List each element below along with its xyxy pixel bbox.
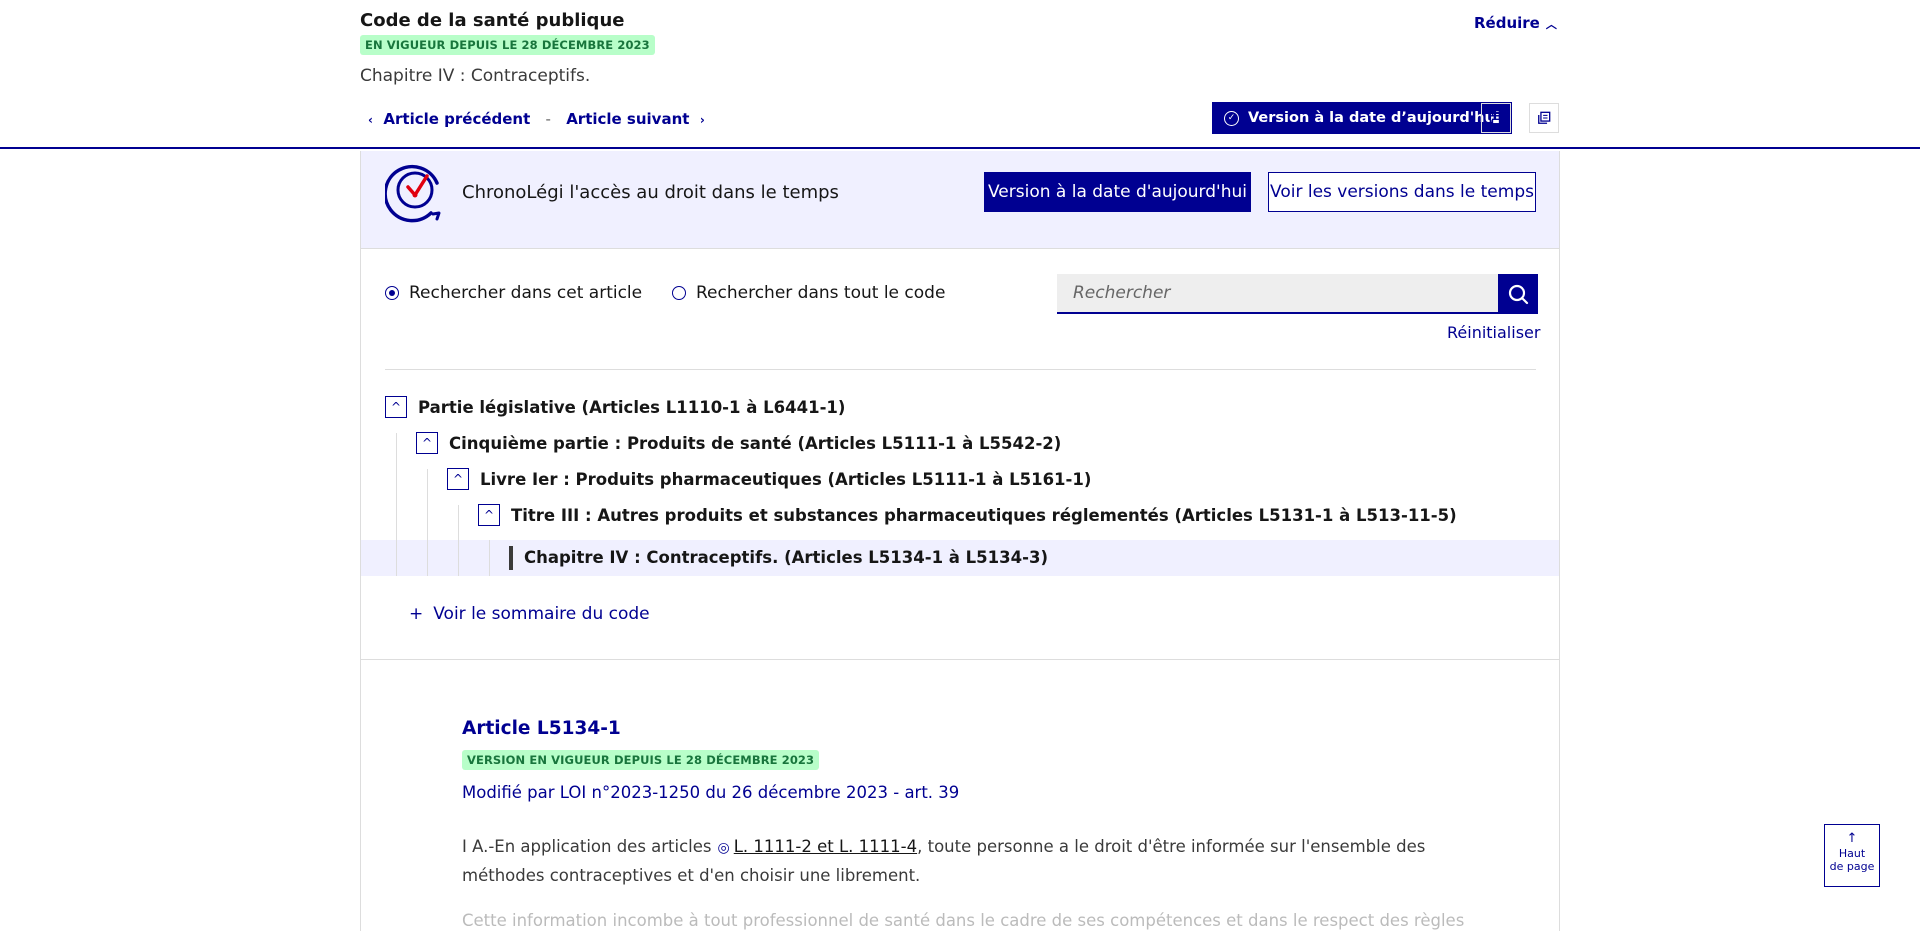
previous-article-label: Article précédent: [383, 110, 531, 128]
current-chapter-label: Chapitre IV : Contraceptifs. (Articles L…: [524, 548, 1048, 567]
view-summary-link[interactable]: + Voir le sommaire du code: [409, 604, 650, 624]
article-navigation: ‹ Article précédent - Article suivant ›: [368, 110, 705, 128]
article-text-before: I A.-En application des articles: [462, 837, 712, 856]
article-body-paragraph: I A.-En application des articles ◎ L. 1111…: [462, 833, 1472, 890]
article-reference-link[interactable]: L. 1111-2 et L. 1111-4: [734, 837, 917, 856]
tree-item-label: Cinquième partie : Produits de santé (Ar…: [449, 433, 1062, 453]
next-article-label: Article suivant: [566, 110, 690, 128]
reset-link[interactable]: Réinitialiser: [1447, 323, 1540, 342]
search-icon: [1508, 284, 1529, 305]
article-modified-by-link[interactable]: Modifié par LOI n°2023-1250 du 26 décemb…: [462, 783, 959, 802]
chevron-right-icon: ›: [699, 113, 705, 127]
previous-article-link[interactable]: ‹ Article précédent: [368, 110, 530, 128]
status-badge: EN VIGUEUR DEPUIS LE 28 DÉCEMBRE 2023: [360, 35, 655, 55]
tree-item-label: Partie législative (Articles L1110-1 à L…: [418, 397, 846, 417]
radio-search-code[interactable]: Rechercher dans tout le code: [672, 283, 945, 303]
nav-separator: -: [545, 110, 551, 128]
radio-unchecked-icon: [672, 286, 686, 300]
tree-item-titre-3[interactable]: ^ Titre III : Autres produits et substan…: [478, 504, 1457, 526]
chronolegi-logo-icon: [383, 159, 447, 231]
chapter-subtitle: Chapitre IV : Contraceptifs.: [360, 66, 591, 86]
printer-icon: [1489, 111, 1503, 125]
article-status-badge: VERSION EN VIGUEUR DEPUIS LE 28 DÉCEMBRE…: [462, 750, 820, 770]
collapse-toggle[interactable]: ^: [416, 432, 438, 454]
arrow-up-icon: ↑: [1846, 831, 1858, 846]
main-content: ChronoLégi l'accès au droit dans le temp…: [360, 151, 1560, 931]
back-to-top-line1: Haut: [1838, 847, 1866, 860]
radio-search-article[interactable]: Rechercher dans cet article: [385, 283, 642, 303]
tree-guide-line: [427, 540, 428, 576]
tree-guide-line: [458, 540, 459, 576]
copy-button[interactable]: [1529, 103, 1559, 133]
code-title: Code de la santé publique: [360, 10, 625, 31]
header-version-today-button[interactable]: ✓ Version à la date d’aujourd'hui: [1212, 102, 1512, 134]
chevron-left-icon: ‹: [368, 113, 373, 127]
radio-search-article-label: Rechercher dans cet article: [409, 283, 643, 303]
chronolegi-banner: ChronoLégi l'accès au droit dans le temp…: [361, 151, 1559, 249]
tree-item-partie-legislative[interactable]: ^ Partie législative (Articles L1110-1 à…: [385, 396, 845, 418]
back-to-top-button[interactable]: ↑ Haut de page: [1824, 824, 1880, 887]
article-body-paragraph-next: Cette information incombe à tout profess…: [462, 911, 1465, 930]
divider: [361, 659, 1559, 660]
chronolegi-title: ChronoLégi l'accès au droit dans le temp…: [462, 182, 839, 203]
check-circle-icon: ✓: [1224, 110, 1239, 126]
next-article-link[interactable]: Article suivant ›: [566, 110, 705, 128]
divider: [385, 369, 1536, 370]
header-version-today-label: Version à la date d’aujourd'hui: [1248, 110, 1500, 126]
plus-icon: +: [409, 604, 424, 624]
tree-item-label: Titre III : Autres produits et substance…: [511, 505, 1457, 525]
search-input[interactable]: [1057, 274, 1498, 314]
tree-item-label: Livre Ier : Produits pharmaceutiques (Ar…: [480, 469, 1092, 489]
radio-checked-icon: [385, 286, 399, 300]
collapse-toggle[interactable]: ^: [385, 396, 407, 418]
reduce-button[interactable]: Réduire ︿: [1474, 14, 1557, 32]
view-summary-label: Voir le sommaire du code: [433, 604, 650, 624]
article-title[interactable]: Article L5134-1: [462, 718, 621, 739]
reduce-label: Réduire: [1474, 14, 1540, 32]
search-button[interactable]: [1498, 274, 1538, 314]
print-button[interactable]: [1481, 103, 1511, 133]
back-to-top-line2: de page: [1829, 860, 1875, 873]
eye-icon: ◎: [717, 840, 730, 856]
tree-guide-line: [396, 540, 397, 576]
copy-icon: [1538, 111, 1551, 124]
tree-item-livre-1[interactable]: ^ Livre Ier : Produits pharmaceutiques (…: [447, 468, 1091, 490]
collapse-toggle[interactable]: ^: [478, 504, 500, 526]
chevron-up-icon: ︿: [1545, 18, 1557, 31]
tree-item-current-chapter[interactable]: Chapitre IV : Contraceptifs. (Articles L…: [361, 540, 1559, 576]
tree-guide-line: [489, 540, 490, 576]
collapse-toggle[interactable]: ^: [447, 468, 469, 490]
chronolegi-version-today-button[interactable]: Version à la date d'aujourd'hui: [984, 172, 1251, 212]
chronolegi-versions-button[interactable]: Voir les versions dans le temps: [1268, 172, 1536, 212]
radio-search-code-label: Rechercher dans tout le code: [696, 283, 946, 303]
tree-item-cinquieme-partie[interactable]: ^ Cinquième partie : Produits de santé (…: [416, 432, 1061, 454]
sticky-header: Code de la santé publique EN VIGUEUR DEP…: [0, 0, 1920, 149]
current-indicator: [509, 546, 513, 570]
